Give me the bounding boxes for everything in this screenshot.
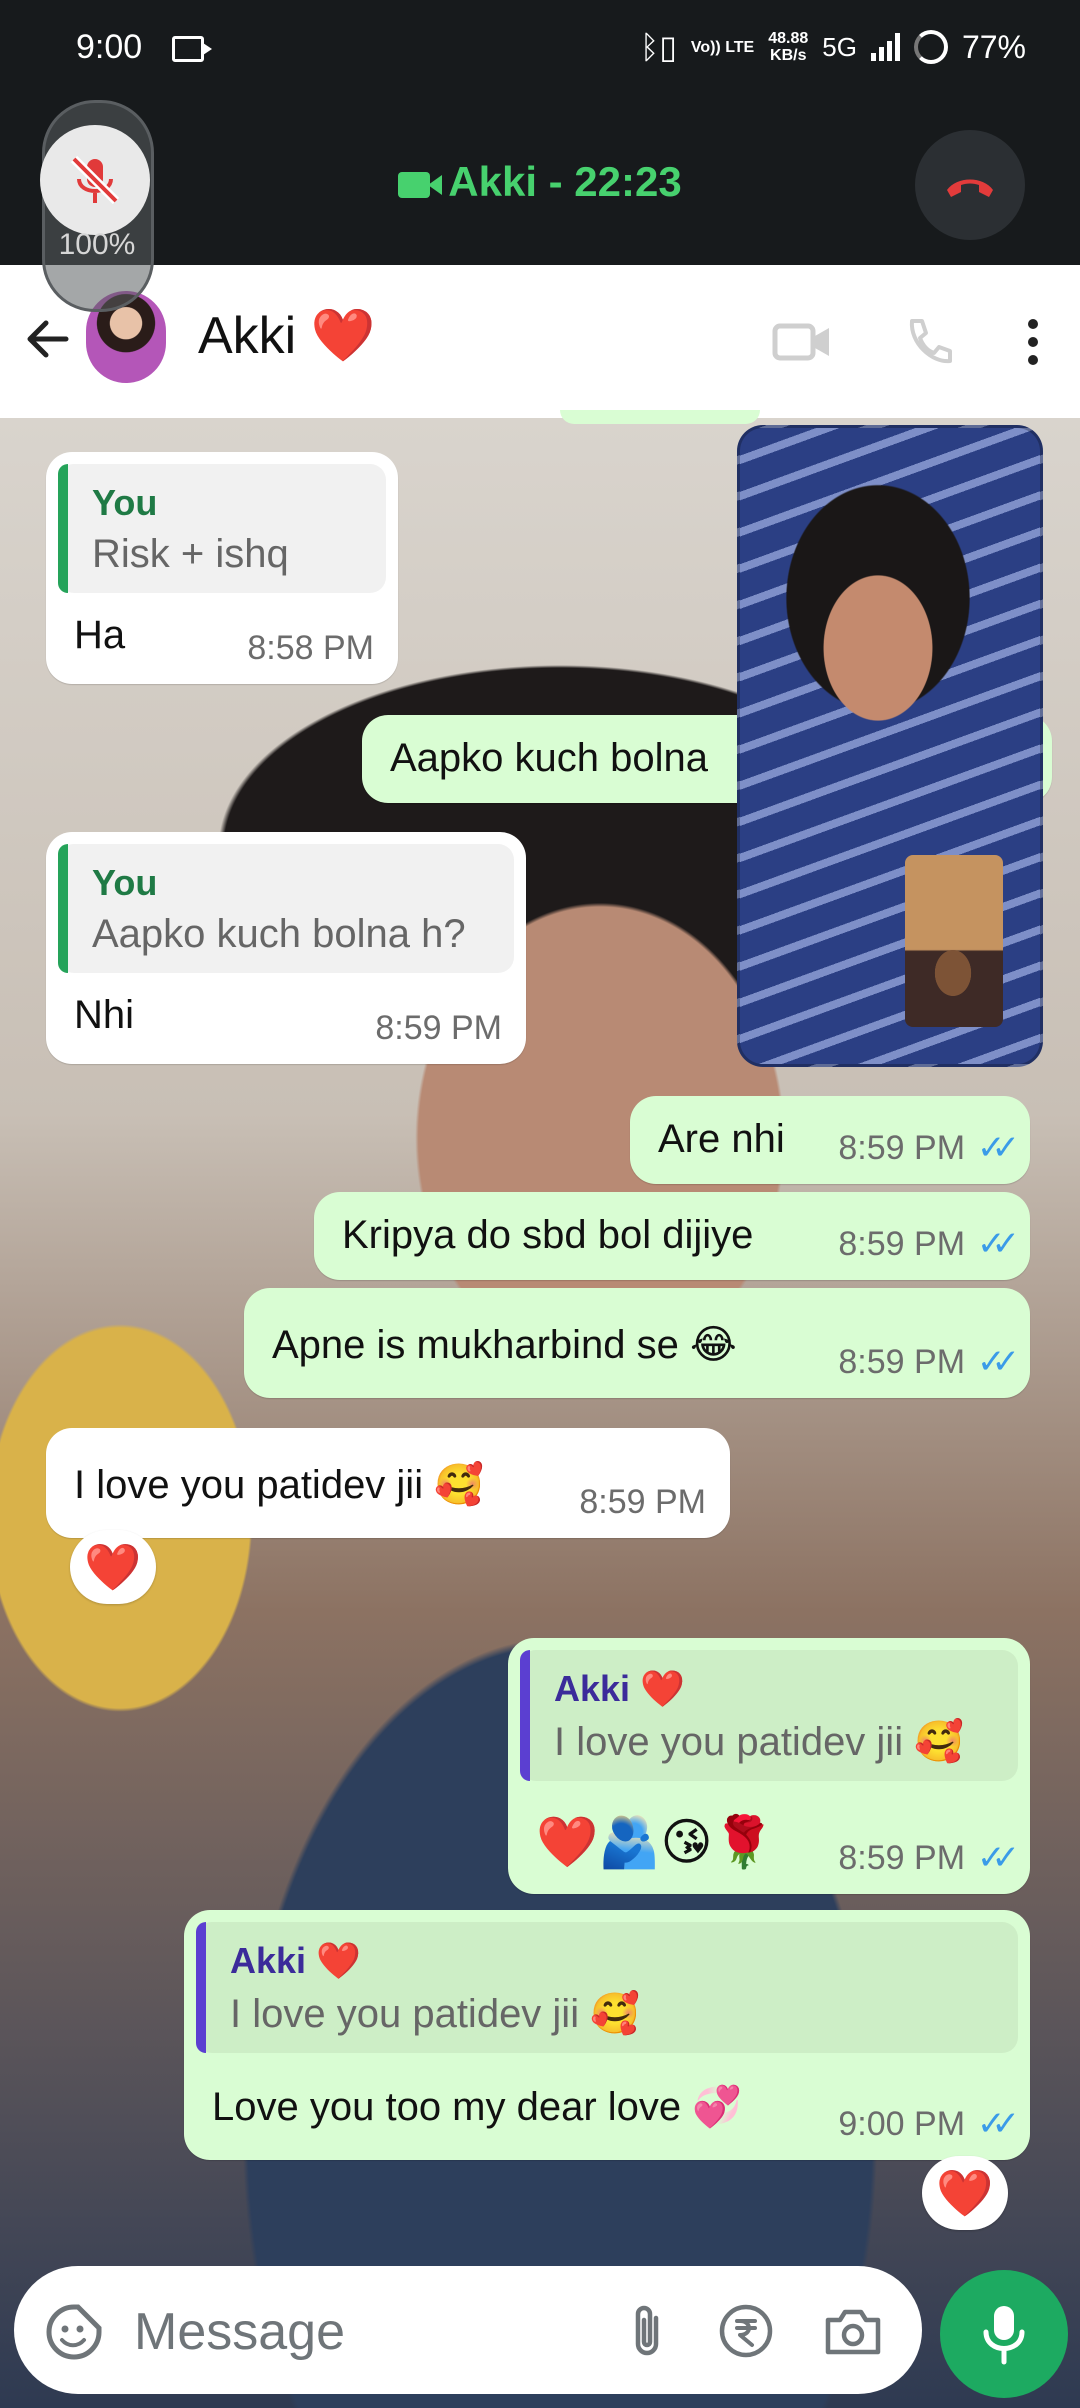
contact-heart-emoji: ❤️ [310, 307, 376, 365]
back-arrow-icon [27, 320, 69, 358]
network-speed: 48.88 KB/s [768, 30, 808, 64]
message-time-text: 8:59 PM [838, 1839, 966, 1877]
ongoing-call-bar[interactable]: Akki - 22:23 [0, 100, 1080, 265]
message-time: 8:59 PM ✓✓ [838, 1342, 1020, 1382]
message-reaction[interactable]: ❤️ [70, 1530, 156, 1604]
read-ticks-icon: ✓✓ [977, 1225, 1020, 1263]
message-text: Aapko kuch bolna [390, 736, 709, 780]
message-time-text: 9:00 PM [838, 2105, 966, 2143]
message-time: 8:58 PM [247, 629, 374, 667]
message-bubble-outgoing[interactable]: Akki ❤️ I love you patidev jii 🥰 ❤️🫂😘🌹 8… [508, 1638, 1030, 1894]
self-video-preview[interactable] [905, 855, 1003, 1027]
read-ticks-icon: ✓✓ [977, 1343, 1020, 1381]
message-bubble-incoming[interactable]: You Risk + ishq Ha 8:58 PM [46, 452, 398, 684]
status-bar: 9:00 ᛒ▯ Vo)) LTE 48.88 KB/s 5G 77% [0, 0, 1080, 100]
signal-icon [870, 33, 900, 61]
message-time-text: 8:59 PM [838, 1343, 966, 1381]
attach-icon[interactable] [628, 2302, 668, 2360]
volte-label: Vo)) LTE [690, 38, 755, 56]
message-input-bar[interactable]: Message [14, 2266, 922, 2394]
contact-name[interactable]: Akki ❤️ [198, 305, 375, 366]
message-text: Nhi [74, 993, 135, 1037]
message-time-text: 8:59 PM [838, 1129, 966, 1167]
network-type: 5G [822, 31, 857, 62]
end-call-icon [947, 179, 993, 197]
quoted-text: Aapko kuch bolna h? [92, 912, 466, 956]
message-text: I love you patidev jii 🥰 [74, 1463, 484, 1507]
network-speed-value: 48.88 [768, 30, 809, 47]
chat-header: Akki ❤️ [0, 265, 1080, 419]
message-bubble-incoming[interactable]: You Aapko kuch bolna h? Nhi 8:59 PM [46, 832, 526, 1064]
sticker-icon[interactable] [44, 2302, 104, 2362]
message-time-text: 8:59 PM [838, 1225, 966, 1263]
message-time: 9:00 PM ✓✓ [838, 2104, 1020, 2144]
more-options-icon[interactable] [1026, 317, 1040, 367]
read-ticks-icon: ✓✓ [977, 2105, 1020, 2143]
previous-message-edge [560, 410, 760, 424]
mic-icon [983, 2306, 1025, 2365]
message-time: 8:59 PM [375, 1009, 502, 1047]
input-actions [628, 2302, 882, 2360]
message-time: 8:59 PM [579, 1483, 706, 1521]
read-ticks-icon: ✓✓ [977, 1129, 1020, 1167]
message-text: Love you too my dear love 💞 [212, 2085, 743, 2129]
quoted-author: Akki ❤️ [230, 1940, 361, 1981]
message-bubble-outgoing[interactable]: Apne is mukharbind se 😂 8:59 PM ✓✓ [244, 1288, 1030, 1398]
quoted-author: Akki ❤️ [554, 1668, 685, 1709]
camera-icon[interactable] [824, 2306, 882, 2356]
status-time: 9:00 [76, 28, 143, 66]
message-time: 8:59 PM ✓✓ [838, 1838, 1020, 1878]
video-call-icon[interactable] [772, 320, 832, 364]
voice-message-button[interactable] [940, 2270, 1068, 2398]
message-text: Kripya do sbd bol dijiye [342, 1213, 754, 1257]
screen-record-icon [172, 36, 212, 62]
battery-icon [913, 30, 948, 64]
quoted-text: I love you patidev jii 🥰 [230, 1992, 640, 2036]
mute-button[interactable] [40, 125, 150, 235]
mute-mic-icon [70, 155, 120, 205]
battery-level: 77% [961, 28, 1026, 65]
network-speed-unit: KB/s [770, 47, 807, 64]
message-bubble-outgoing[interactable]: Kripya do sbd bol dijiye 8:59 PM ✓✓ [314, 1192, 1030, 1280]
quoted-message[interactable]: You Risk + ishq [58, 464, 386, 593]
quoted-message[interactable]: Akki ❤️ I love you patidev jii 🥰 [196, 1922, 1018, 2053]
message-text: ❤️🫂😘🌹 [536, 1814, 775, 1870]
message-bubble-incoming[interactable]: I love you patidev jii 🥰 8:59 PM [46, 1428, 730, 1538]
back-button[interactable] [20, 311, 76, 372]
message-text: Ha [74, 613, 126, 657]
read-ticks-icon: ✓✓ [977, 1839, 1020, 1877]
quoted-text: I love you patidev jii 🥰 [554, 1720, 964, 1764]
message-bubble-outgoing[interactable]: Akki ❤️ I love you patidev jii 🥰 Love yo… [184, 1910, 1030, 2160]
video-call-indicator-icon [398, 171, 443, 198]
quoted-author: You [92, 862, 158, 903]
message-text: Apne is mukharbind se 😂 [272, 1323, 737, 1367]
status-right: ᛒ▯ Vo)) LTE 48.88 KB/s 5G 77% [640, 28, 1026, 66]
message-time: 8:59 PM ✓✓ [838, 1128, 1020, 1168]
voice-call-icon[interactable] [902, 315, 956, 369]
volume-percent: 100% [58, 228, 136, 261]
message-text: Are nhi [658, 1117, 785, 1161]
quoted-author: You [92, 482, 158, 523]
message-reaction[interactable]: ❤️ [922, 2156, 1008, 2230]
bluetooth-vibrate-icon: ᛒ▯ [640, 29, 677, 65]
quoted-message[interactable]: Akki ❤️ I love you patidev jii 🥰 [520, 1650, 1018, 1781]
rupee-icon[interactable] [718, 2303, 774, 2359]
message-bubble-outgoing[interactable]: Are nhi 8:59 PM ✓✓ [630, 1096, 1030, 1184]
contact-name-text: Akki [198, 307, 297, 365]
end-call-button[interactable] [915, 130, 1025, 240]
quoted-text: Risk + ishq [92, 532, 289, 576]
message-time: 8:59 PM ✓✓ [838, 1224, 1020, 1264]
quoted-message[interactable]: You Aapko kuch bolna h? [58, 844, 514, 973]
header-actions [772, 315, 1040, 369]
message-input[interactable]: Message [134, 2302, 345, 2362]
call-title-text: Akki - 22:23 [448, 158, 682, 205]
